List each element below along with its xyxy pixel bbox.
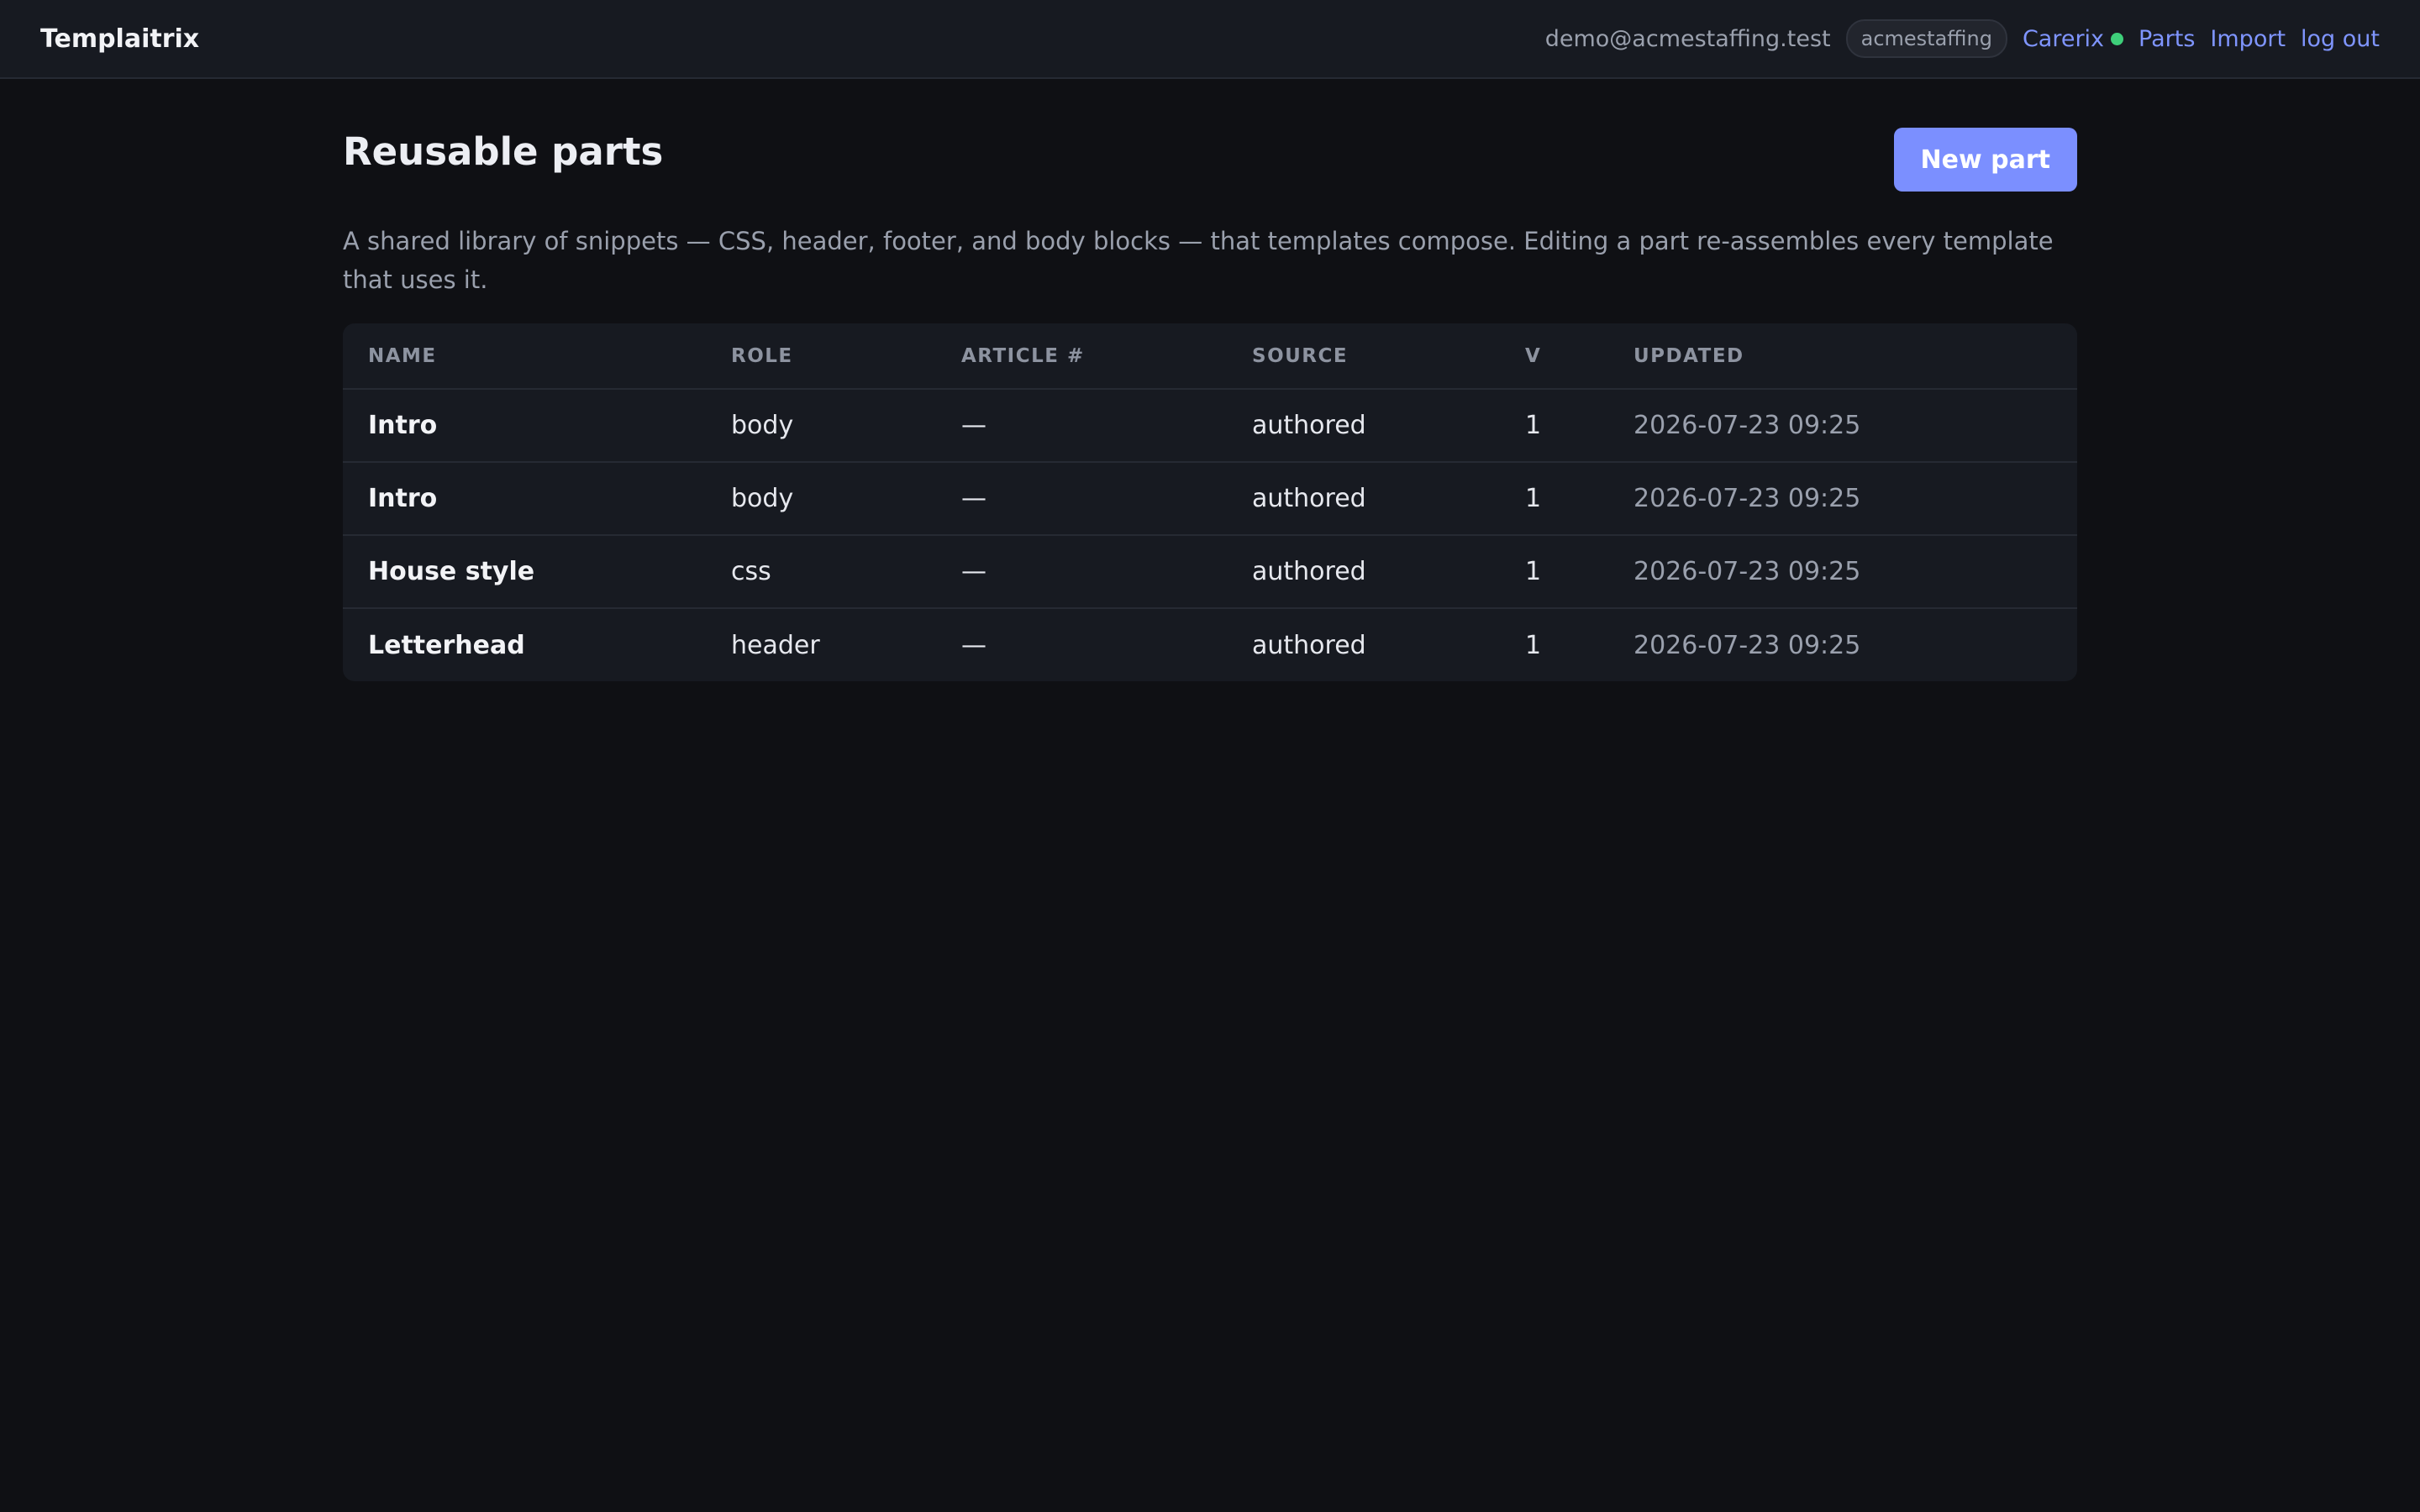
column-header-updated[interactable]: UPDATED: [1608, 323, 2077, 390]
part-updated: 2026-07-23 09:25: [1608, 389, 2077, 463]
parts-table: NAME ROLE ARTICLE # SOURCE V UPDATED Int…: [343, 323, 2077, 681]
part-version: 1: [1500, 462, 1608, 536]
brand-logo[interactable]: Templaitrix: [40, 24, 199, 54]
nav-link-carerix[interactable]: Carerix: [2023, 26, 2104, 52]
part-article-number: —: [936, 535, 1227, 609]
top-bar: Templaitrix demo@acmestaffing.test acmes…: [0, 0, 2420, 79]
part-version: 1: [1525, 630, 1542, 660]
table-row[interactable]: Letterhead header — authored 1 2026-07-2…: [343, 608, 2077, 681]
column-header-role[interactable]: ROLE: [706, 323, 936, 390]
part-version: 1: [1500, 535, 1608, 609]
table-row[interactable]: Intro body — authored 1 2026-07-23 09:25: [343, 389, 2077, 463]
user-email: demo@acmestaffing.test: [1544, 25, 1831, 52]
connection-status-dot-icon: [2111, 32, 2124, 45]
table-row[interactable]: Intro body — authored 1 2026-07-23 09:25: [343, 462, 2077, 536]
part-name-link[interactable]: Intro: [343, 389, 706, 463]
part-source: authored: [1227, 462, 1500, 536]
part-article-number: —: [936, 389, 1227, 463]
column-header-source[interactable]: SOURCE: [1227, 323, 1500, 390]
part-article-number: —: [936, 462, 1227, 536]
part-source: authored: [1227, 535, 1500, 609]
part-updated: 2026-07-23 09:25: [1608, 535, 2077, 609]
part-updated: 2026-07-23 09:25: [1634, 630, 1861, 660]
part-updated: 2026-07-23 09:25: [1608, 462, 2077, 536]
part-role: header: [731, 630, 820, 660]
main-content: Reusable parts New part A shared library…: [343, 79, 2077, 294]
part-source: authored: [1227, 389, 1500, 463]
new-part-button[interactable]: New part: [1893, 128, 2077, 192]
nav-link-parts[interactable]: Parts: [2139, 26, 2195, 52]
parts-table-container: NAME ROLE ARTICLE # SOURCE V UPDATED Int…: [343, 323, 2077, 681]
column-header-article[interactable]: ARTICLE #: [936, 323, 1227, 390]
part-name-link[interactable]: House style: [343, 535, 706, 609]
table-header-row: NAME ROLE ARTICLE # SOURCE V UPDATED: [343, 323, 2077, 390]
part-role: body: [706, 462, 936, 536]
part-version: 1: [1500, 389, 1608, 463]
nav-link-import[interactable]: Import: [2210, 26, 2286, 52]
top-nav: demo@acmestaffing.test acmestaffing Care…: [1545, 19, 2380, 58]
part-role: css: [706, 535, 936, 609]
part-source: authored: [1252, 630, 1366, 660]
part-role: body: [706, 389, 936, 463]
page-description: A shared library of snippets — CSS, head…: [343, 227, 2054, 294]
page-title: Reusable parts: [343, 129, 664, 174]
page-header: Reusable parts New part A shared library…: [343, 79, 2077, 294]
org-badge: acmestaffing: [1845, 19, 2007, 58]
logout-link[interactable]: log out: [2301, 26, 2380, 52]
column-header-name[interactable]: NAME: [343, 323, 706, 390]
part-article-number: —: [961, 630, 986, 660]
column-header-version[interactable]: V: [1500, 323, 1608, 390]
table-row[interactable]: House style css — authored 1 2026-07-23 …: [343, 535, 2077, 609]
part-name-link[interactable]: Intro: [343, 462, 706, 536]
part-name-link[interactable]: Letterhead: [343, 608, 706, 681]
